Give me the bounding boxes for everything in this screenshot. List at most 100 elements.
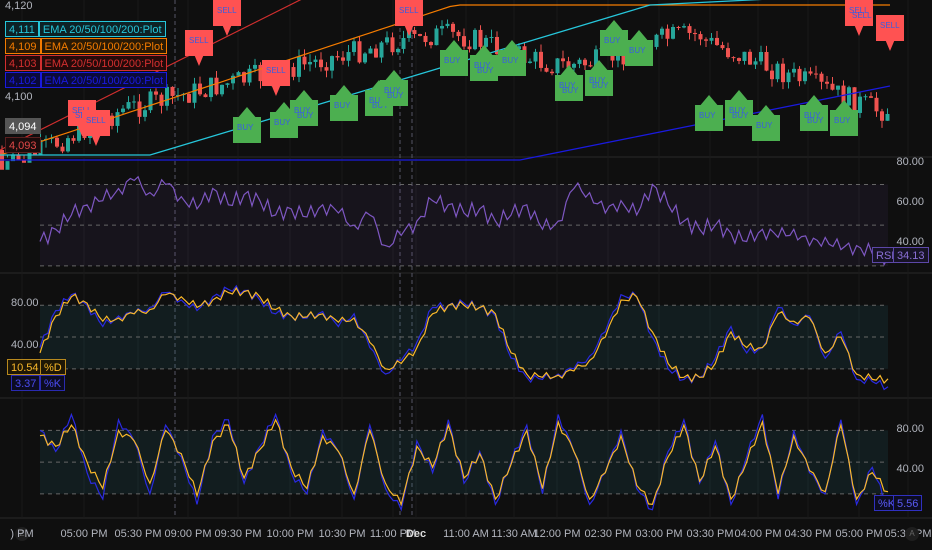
candle-body <box>335 56 340 58</box>
ema-legend-row: 4,102 EMA 20/50/100/200:Plot <box>5 72 168 88</box>
candle-body <box>830 83 835 90</box>
time-label: 09:00 PM <box>164 528 212 540</box>
sell-signal: SELLSELL <box>845 0 873 36</box>
ema-legend-row: 4,109 EMA 20/50/100/200:Plot <box>5 38 168 54</box>
ema-legend-label: EMA 20/50/100/200:Plot <box>40 72 168 88</box>
candle-body <box>720 45 725 49</box>
candle-body <box>880 111 884 121</box>
price-tick: 4,120 <box>5 0 33 12</box>
ema-legend: 4,111 EMA 20/50/100/200:Plot 4,109 EMA 20/5… <box>5 21 168 89</box>
candle-body <box>803 71 807 82</box>
candle-body <box>869 96 873 98</box>
candle-body <box>220 84 224 95</box>
signal-label: BUY <box>699 111 716 120</box>
time-label: 03:30 PM <box>686 528 734 540</box>
candle-body <box>357 41 362 63</box>
signal-label: BUY <box>502 56 519 65</box>
sell-signal: SELL <box>213 0 241 36</box>
candle-body <box>709 37 714 41</box>
candle-body <box>291 67 296 77</box>
candle-body <box>66 138 70 152</box>
candle-body <box>528 61 532 63</box>
candle-body <box>671 27 675 39</box>
candle-body <box>451 23 455 32</box>
candle-body <box>313 59 318 63</box>
signal-label: SELL <box>189 36 209 45</box>
candle-body <box>319 59 323 68</box>
candle-body <box>572 63 576 68</box>
stochrsi-tick: 40.00 <box>896 463 924 475</box>
candle-body <box>874 97 879 112</box>
signal-label: SELL <box>880 21 900 30</box>
candle-body <box>676 27 681 29</box>
candle-body <box>489 36 494 38</box>
candle-body <box>121 108 125 113</box>
candle-body <box>539 51 543 68</box>
signal-label: BUY <box>834 116 851 125</box>
buy-signal: BUYBUY <box>800 95 828 131</box>
candle-body <box>148 91 153 111</box>
candle-body <box>247 68 252 83</box>
candle-body <box>423 35 428 43</box>
time-label: ) PM <box>10 528 34 540</box>
stoch-k-name: %K <box>40 375 66 391</box>
candle-body <box>533 51 538 62</box>
candle-body <box>192 83 197 103</box>
candle-body <box>654 34 659 47</box>
candle-body <box>341 57 345 61</box>
candle-body <box>473 29 477 50</box>
candle-body <box>467 46 472 50</box>
candle-body <box>550 71 554 74</box>
auto-scale-button[interactable]: A <box>905 527 919 541</box>
buy-signal: BUY <box>625 30 653 66</box>
candle-body <box>698 34 703 40</box>
candle-body <box>132 101 136 103</box>
time-label: 05:30 PM <box>114 528 162 540</box>
stoch-tick: 40.00 <box>11 339 39 351</box>
candle-body <box>836 85 840 90</box>
candle-body <box>302 56 307 65</box>
candle-body <box>445 23 450 27</box>
candle-body <box>396 48 400 53</box>
candle-body <box>753 61 758 65</box>
candle-body <box>390 37 395 53</box>
stoch-d-value: 10.54 <box>7 359 43 375</box>
candle-body <box>214 77 219 95</box>
buy-signal: BUY <box>233 107 261 143</box>
signal-label: SELL <box>86 116 106 125</box>
stochrsi-tick: 80.00 <box>896 423 924 435</box>
signal-label: BUY <box>629 46 646 55</box>
candle-body <box>418 34 422 36</box>
sell-signal: SELL <box>185 30 213 66</box>
candle-body <box>737 58 741 61</box>
candle-body <box>5 161 10 170</box>
signal-label: BUY <box>604 36 621 45</box>
candle-body <box>187 93 191 103</box>
candle-body <box>308 62 312 65</box>
candle-body <box>665 28 670 39</box>
signal-label: BUY <box>592 81 609 90</box>
sell-signal: SELL <box>395 0 423 36</box>
ema-legend-label: EMA 20/50/100/200:Plot <box>40 55 168 71</box>
candle-body <box>363 53 367 63</box>
candle-body <box>225 83 230 85</box>
stoch-k-value: 3.37 <box>11 375 41 391</box>
last-price-label: 4,094 <box>5 118 41 134</box>
candle-body <box>687 26 692 33</box>
signal-label: BUY <box>756 121 773 130</box>
buy-signal: BUY <box>330 85 358 121</box>
buy-signal: BUY <box>498 40 526 76</box>
candle-body <box>456 31 461 37</box>
candle-body <box>858 96 862 113</box>
time-label: 09:30 PM <box>214 528 262 540</box>
candle-body <box>726 48 730 58</box>
signal-label: BUY <box>732 111 749 120</box>
candle-body <box>159 94 164 106</box>
candle-body <box>231 75 235 84</box>
time-label: 10:30 PM <box>318 528 366 540</box>
ema-legend-value: 4,102 <box>5 72 41 88</box>
candle-body <box>462 36 466 47</box>
signal-label: BUY <box>334 101 351 110</box>
buy-signal: BUYBUY <box>725 90 753 126</box>
candle-body <box>379 42 384 58</box>
